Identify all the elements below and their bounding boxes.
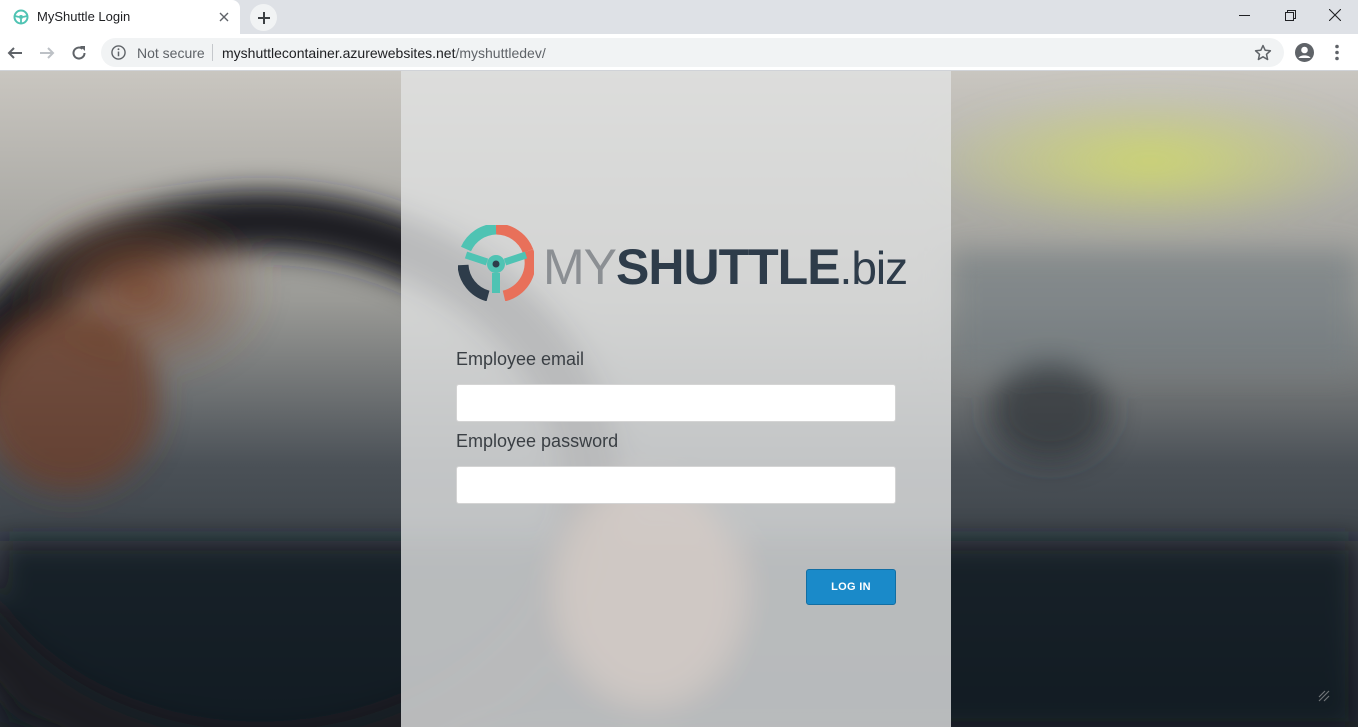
profile-icon[interactable] xyxy=(1294,42,1315,63)
restore-button[interactable] xyxy=(1267,0,1313,30)
url-text[interactable]: myshuttlecontainer.azurewebsites.net/mys… xyxy=(222,45,546,61)
arrow-left-icon xyxy=(7,47,22,59)
plus-icon xyxy=(257,11,270,24)
url-host: myshuttlecontainer.azurewebsites.net xyxy=(222,45,456,61)
steering-wheel-icon xyxy=(13,9,29,25)
resize-icon xyxy=(1318,690,1330,702)
login-panel: MYSHUTTLE.biz Employee email Employee pa… xyxy=(401,71,951,727)
close-icon xyxy=(1329,9,1341,21)
info-icon[interactable] xyxy=(111,45,126,60)
logo-wordmark: MYSHUTTLE.biz xyxy=(543,237,909,298)
password-label: Employee password xyxy=(456,431,619,451)
password-field[interactable] xyxy=(456,466,896,504)
address-bar[interactable]: Not secure myshuttlecontainer.azurewebsi… xyxy=(101,38,1284,67)
reload-button[interactable] xyxy=(65,39,93,67)
minimize-button[interactable] xyxy=(1221,0,1267,30)
email-label: Employee email xyxy=(456,349,585,369)
logo-shuttle: SHUTTLE xyxy=(616,239,841,295)
tab-title: MyShuttle Login xyxy=(37,9,131,24)
logo-my: MY xyxy=(543,239,617,295)
myshuttle-logo: MYSHUTTLE.biz xyxy=(458,225,908,301)
close-window-button[interactable] xyxy=(1312,0,1358,30)
restore-icon xyxy=(1284,9,1296,21)
logo-steering-wheel-icon xyxy=(458,225,534,301)
login-button[interactable]: LOG IN xyxy=(806,569,896,605)
address-separator xyxy=(212,44,213,61)
new-tab-button[interactable] xyxy=(250,4,277,31)
arrow-right-icon xyxy=(40,47,55,59)
browser-tab-bar: MyShuttle Login xyxy=(0,0,1358,34)
close-tab-icon[interactable] xyxy=(214,7,234,27)
page-content: MYSHUTTLE.biz Employee email Employee pa… xyxy=(0,71,1358,727)
bookmark-star-icon[interactable] xyxy=(1254,44,1272,62)
security-status[interactable]: Not secure xyxy=(137,45,205,61)
more-menu-icon[interactable] xyxy=(1329,42,1345,63)
browser-tab[interactable]: MyShuttle Login xyxy=(0,0,240,34)
url-path: /myshuttledev/ xyxy=(455,45,546,61)
logo-biz: .biz xyxy=(839,242,909,294)
forward-button[interactable] xyxy=(33,39,61,67)
email-field[interactable] xyxy=(456,384,896,422)
back-button[interactable] xyxy=(1,39,29,67)
browser-toolbar: Not secure myshuttlecontainer.azurewebsi… xyxy=(0,34,1358,71)
minimize-icon xyxy=(1238,14,1250,16)
reload-icon xyxy=(72,46,86,60)
